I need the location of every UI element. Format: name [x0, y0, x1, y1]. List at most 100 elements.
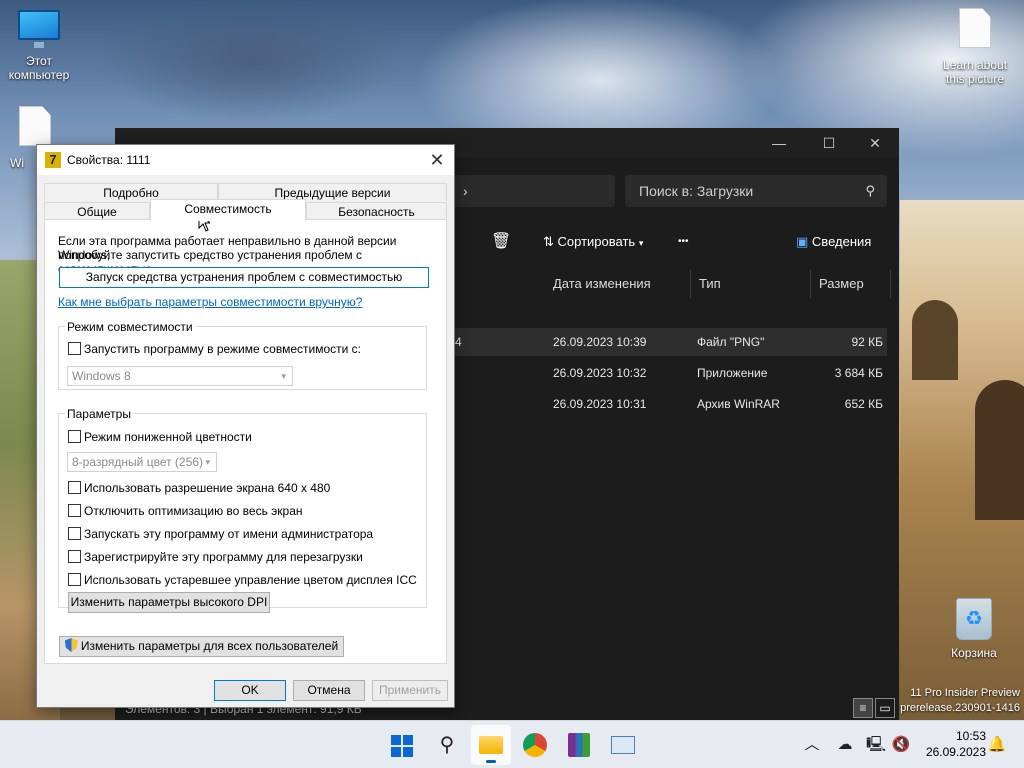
group-label: Параметры: [65, 407, 133, 421]
chevron-down-icon: ▾: [638, 238, 644, 248]
cloud-icon: ☁: [837, 736, 853, 753]
desktop-icon-this-pc[interactable]: Этот компьютер: [4, 10, 74, 82]
column-header-date[interactable]: Дата изменения: [545, 270, 691, 298]
checkbox-label: Зарегистрируйте эту программу для переза…: [84, 550, 363, 564]
troubleshooter-button[interactable]: Запуск средства устранения проблем с сов…: [59, 267, 429, 288]
clock[interactable]: 10:53 26.09.2023: [926, 728, 986, 760]
file-name-tail: 4: [455, 335, 462, 349]
network-button[interactable]: 🖳: [864, 721, 888, 768]
os-version-select[interactable]: Windows 8 ▾: [67, 366, 293, 386]
taskbar-file-explorer[interactable]: [471, 725, 511, 765]
file-type: Файл "PNG": [697, 335, 765, 349]
volume-button[interactable]: 🔇: [890, 721, 912, 768]
more-options-button[interactable]: •••: [678, 224, 689, 260]
close-icon[interactable]: ✕: [422, 145, 452, 175]
file-type: Приложение: [697, 366, 768, 380]
taskbar: ⚲ ︿ ☁ 🖳 🔇 10:53 26.09.2023 🔔: [0, 720, 1024, 768]
all-users-button[interactable]: Изменить параметры для всех пользователе…: [59, 636, 344, 657]
checkbox-label: Запускать эту программу от имени админис…: [84, 527, 374, 541]
desktop-icon-label: Learn about this picture: [942, 58, 1008, 86]
trash-icon: 🗑: [491, 233, 512, 250]
chevron-up-icon: ︿: [804, 736, 820, 753]
column-header-type[interactable]: Тип: [691, 270, 811, 298]
file-row[interactable]: 4 26.09.2023 10:39 Файл "PNG" 92 КБ: [455, 328, 887, 356]
reduced-color-checkbox[interactable]: [68, 430, 81, 443]
tab-general[interactable]: Общие: [44, 202, 150, 220]
tiles-view-button[interactable]: ▭: [875, 698, 895, 718]
monitor-icon: [18, 10, 60, 48]
details-view-button[interactable]: ≡: [853, 698, 873, 718]
minimize-button[interactable]: —: [759, 132, 799, 154]
res-640-checkbox[interactable]: [68, 481, 81, 494]
file-row[interactable]: 26.09.2023 10:32 Приложение 3 684 КБ: [455, 359, 887, 387]
group-label: Режим совместимости: [65, 320, 195, 334]
folder-icon: [479, 736, 503, 754]
details-pane-button[interactable]: ▣ Сведения: [796, 224, 871, 260]
compat-mode-checkbox[interactable]: [68, 342, 81, 355]
dialog-titlebar: 7 Свойства: 1111 ✕: [37, 145, 454, 175]
select-value: 8-разрядный цвет (256): [72, 455, 203, 469]
tab-security[interactable]: Безопасность: [306, 202, 447, 220]
taskbar-task-manager[interactable]: [603, 725, 643, 765]
file-type: Архив WinRAR: [697, 397, 780, 411]
legacy-icc-checkbox[interactable]: [68, 573, 81, 586]
file-icon: [19, 106, 51, 146]
taskbar-winrar[interactable]: [559, 725, 599, 765]
manual-settings-link[interactable]: Как мне выбрать параметры совместимости …: [58, 295, 362, 309]
desktop-icon-recycle-bin[interactable]: ♻ Корзина: [944, 598, 1004, 660]
apply-button[interactable]: Применить: [372, 680, 448, 701]
disable-fullscreen-opt-checkbox[interactable]: [68, 504, 81, 517]
details-label: Сведения: [811, 234, 872, 249]
checkbox-label: Режим пониженной цветности: [84, 430, 252, 444]
checkbox-label: Использовать разрешение экрана 640 x 480: [84, 481, 331, 495]
file-size: 3 684 КБ: [834, 366, 883, 380]
maximize-button[interactable]: ☐: [809, 132, 849, 154]
file-date: 26.09.2023 10:39: [553, 335, 647, 349]
desktop-icon-learn-about-picture[interactable]: Learn about this picture: [936, 8, 1014, 86]
file-date: 26.09.2023 10:31: [553, 397, 647, 411]
ok-button[interactable]: OK: [214, 680, 286, 701]
properties-dialog: 7 Свойства: 1111 ✕ Подробно Предыдущие в…: [36, 144, 455, 708]
active-indicator: [486, 760, 496, 763]
checkbox-label: Использовать устаревшее управление цвето…: [84, 573, 417, 587]
start-button[interactable]: [382, 725, 422, 765]
checkbox-label: Запустить программу в режиме совместимос…: [84, 342, 361, 356]
desktop-icon-label: Корзина: [951, 646, 997, 660]
chevron-down-icon: ▾: [205, 457, 210, 467]
clock-date: 26.09.2023: [925, 745, 986, 759]
search-icon: ⚲: [865, 183, 875, 198]
search-placeholder: Поиск в: Загрузки: [639, 183, 754, 199]
search-input[interactable]: Поиск в: Загрузки ⚲: [625, 175, 887, 207]
chevron-right-icon: ›: [463, 183, 468, 199]
notifications-button[interactable]: 🔔: [986, 721, 1008, 768]
run-as-admin-checkbox[interactable]: [68, 527, 81, 540]
taskbar-chrome[interactable]: [515, 725, 555, 765]
file-row[interactable]: 26.09.2023 10:31 Архив WinRAR 652 КБ: [455, 390, 887, 418]
chrome-icon: [523, 733, 547, 757]
tab-compatibility[interactable]: Совместимость: [150, 199, 306, 221]
file-size: 92 КБ: [851, 335, 883, 349]
search-button[interactable]: ⚲: [427, 725, 467, 765]
sort-label: Сортировать: [557, 234, 636, 249]
color-depth-select[interactable]: 8-разрядный цвет (256) ▾: [67, 452, 217, 472]
address-bar[interactable]: ›: [453, 175, 615, 207]
sort-button[interactable]: ⇅ Сортировать ▾: [543, 224, 643, 260]
close-button[interactable]: ✕: [855, 132, 895, 154]
cancel-button[interactable]: Отмена: [293, 680, 365, 701]
high-dpi-button[interactable]: Изменить параметры высокого DPI: [68, 592, 270, 613]
checkbox-label: Отключить оптимизацию во весь экран: [84, 504, 303, 518]
file-date: 26.09.2023 10:32: [553, 366, 647, 380]
show-hidden-icons-button[interactable]: ︿: [800, 721, 824, 768]
network-icon: 🖳: [865, 736, 886, 753]
column-header-size[interactable]: Размер: [811, 270, 891, 298]
register-restart-checkbox[interactable]: [68, 550, 81, 563]
chevron-down-icon: ▾: [281, 371, 286, 381]
details-pane-icon: ▣: [796, 234, 809, 249]
onedrive-button[interactable]: ☁: [832, 721, 858, 768]
select-value: Windows 8: [72, 369, 131, 383]
wallpaper-arch: [912, 300, 958, 380]
delete-button[interactable]: 🗑: [491, 224, 511, 260]
file-icon: [959, 8, 991, 48]
sort-icon: ⇅: [543, 234, 554, 249]
uac-shield-icon: [64, 638, 78, 652]
